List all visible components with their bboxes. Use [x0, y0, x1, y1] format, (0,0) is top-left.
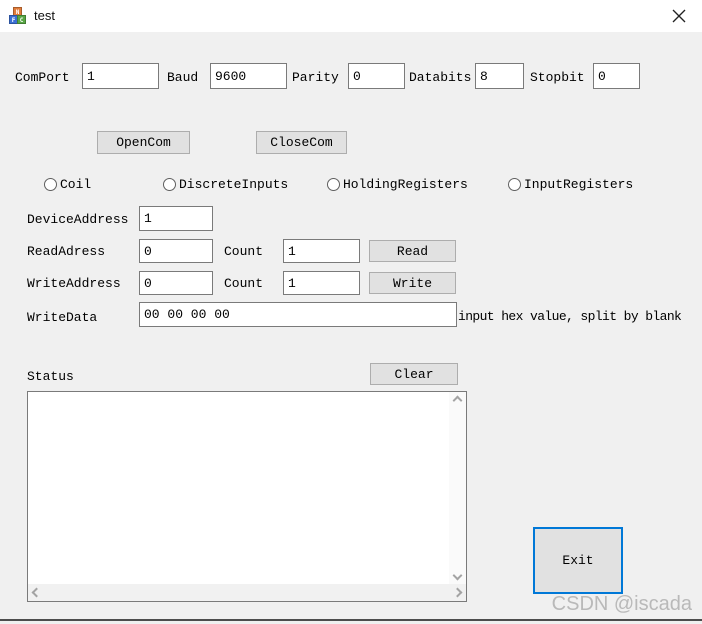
write-count-input[interactable] [283, 271, 360, 295]
radio-holding-registers[interactable]: HoldingRegisters [327, 177, 468, 192]
watermark: CSDN @iscada [551, 593, 692, 615]
read-count-input[interactable] [283, 239, 360, 263]
radio-input-registers-label: InputRegisters [524, 177, 634, 192]
opencom-button[interactable]: OpenCom [97, 131, 190, 154]
radio-holding-registers-label: HoldingRegisters [343, 177, 468, 192]
chevron-down-icon [452, 570, 463, 581]
scroll-left-button[interactable] [28, 584, 45, 601]
write-data-label: WriteData [27, 310, 98, 325]
read-button[interactable]: Read [369, 240, 456, 262]
scroll-down-button[interactable] [449, 567, 466, 584]
read-address-label: ReadAdress [27, 244, 106, 259]
device-address-input[interactable] [139, 206, 213, 231]
chevron-right-icon [452, 587, 463, 598]
write-data-input[interactable] [139, 302, 457, 327]
comport-input[interactable] [82, 63, 159, 89]
status-box [27, 391, 467, 602]
radio-discrete-inputs-icon [163, 178, 176, 191]
close-button[interactable] [656, 0, 702, 32]
baud-label: Baud [167, 70, 199, 85]
radio-discrete-inputs-label: DiscreteInputs [179, 177, 289, 192]
closecom-button[interactable]: CloseCom [256, 131, 347, 154]
comport-label: ComPort [15, 70, 70, 85]
clear-button[interactable]: Clear [370, 363, 458, 385]
radio-holding-registers-icon [327, 178, 340, 191]
status-label: Status [27, 369, 74, 384]
databits-input[interactable] [475, 63, 524, 89]
write-address-input[interactable] [139, 271, 213, 295]
stopbit-input[interactable] [593, 63, 640, 89]
app-window: N F C test ComPort Baud Parity Databits … [0, 0, 702, 624]
close-icon [672, 9, 686, 23]
exit-button[interactable]: Exit [533, 527, 623, 594]
app-icon: N F C [9, 7, 27, 25]
databits-label: Databits [409, 70, 472, 85]
scroll-right-button[interactable] [449, 584, 466, 601]
horizontal-scrollbar[interactable] [28, 584, 466, 601]
radio-coil-label: Coil [60, 177, 92, 192]
baud-input[interactable] [210, 63, 287, 89]
vertical-scrollbar[interactable] [449, 392, 466, 584]
chevron-up-icon [452, 395, 463, 406]
radio-discrete-inputs[interactable]: DiscreteInputs [163, 177, 288, 192]
scroll-up-button[interactable] [449, 392, 466, 409]
read-count-label: Count [224, 244, 264, 259]
write-count-label: Count [224, 276, 264, 291]
radio-coil[interactable]: Coil [44, 177, 91, 192]
write-address-label: WriteAddress [27, 276, 121, 291]
window-bottom-edge [0, 619, 702, 621]
parity-input[interactable] [348, 63, 405, 89]
parity-label: Parity [292, 70, 339, 85]
write-data-hint: input hex value, split by blank [458, 309, 682, 324]
title-bar: N F C test [0, 0, 702, 32]
radio-coil-icon [44, 178, 57, 191]
window-title: test [34, 8, 55, 23]
stopbit-label: Stopbit [530, 70, 585, 85]
read-address-input[interactable] [139, 239, 213, 263]
chevron-left-icon [31, 587, 42, 598]
device-address-label: DeviceAddress [27, 212, 129, 227]
write-button[interactable]: Write [369, 272, 456, 294]
radio-input-registers[interactable]: InputRegisters [508, 177, 633, 192]
radio-input-registers-icon [508, 178, 521, 191]
status-textarea[interactable] [28, 392, 449, 584]
